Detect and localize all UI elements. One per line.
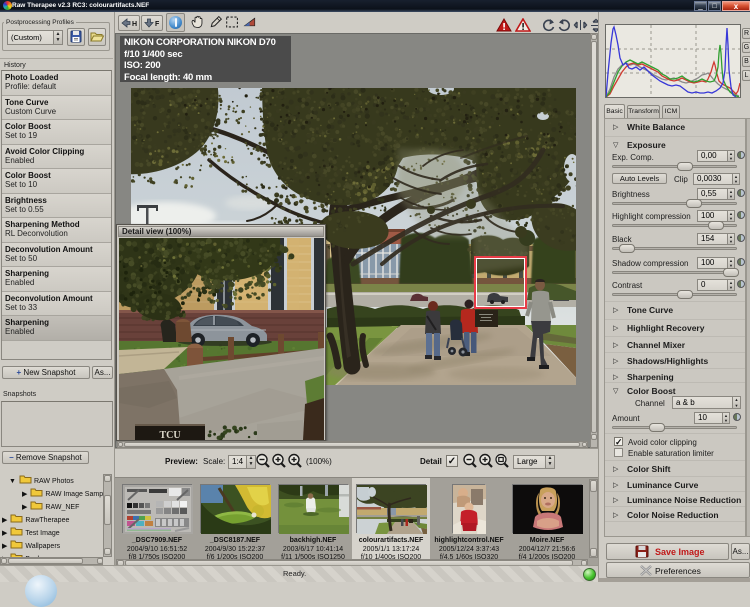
svg-text:F: F bbox=[155, 21, 160, 28]
svg-text:H: H bbox=[132, 21, 137, 28]
svg-text:TCU: TCU bbox=[159, 430, 180, 440]
